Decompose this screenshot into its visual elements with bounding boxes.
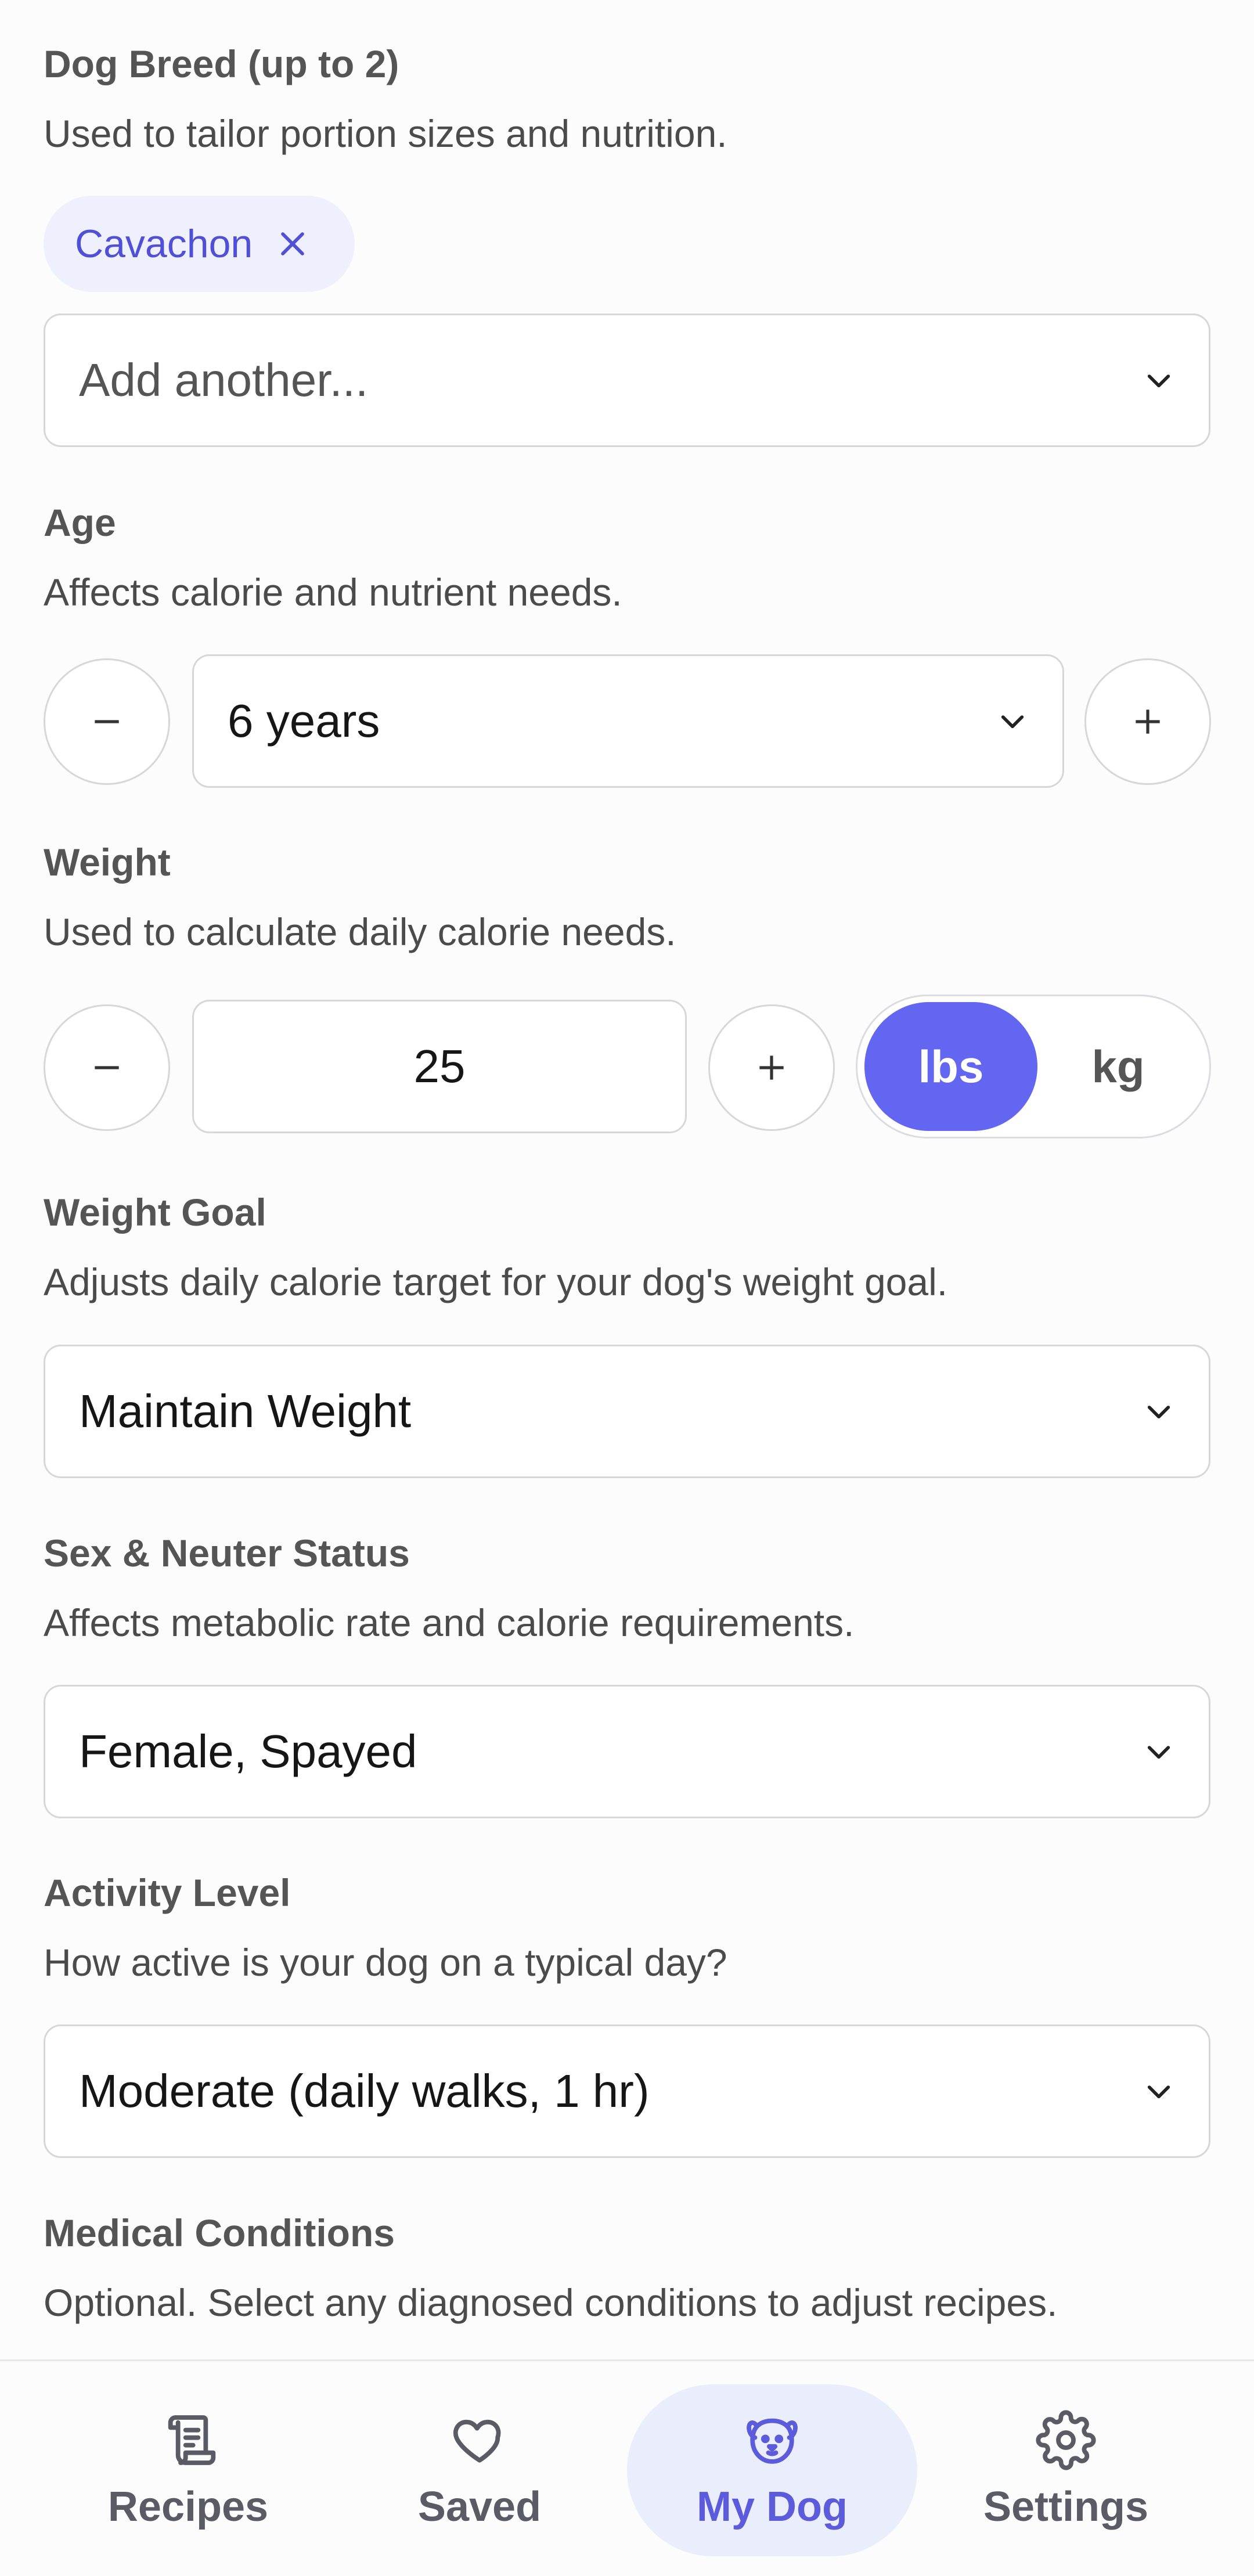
weight-unit-toggle[interactable]: lbs kg xyxy=(856,995,1211,1139)
weight-value: 25 xyxy=(413,1040,466,1092)
plus-icon xyxy=(1136,709,1160,734)
unit-lbs-option[interactable]: lbs xyxy=(864,1002,1037,1131)
bottom-nav: Recipes Saved My Dog Settings xyxy=(0,2359,1254,2576)
weight-decrement-button[interactable] xyxy=(44,1004,170,1131)
minus-icon xyxy=(95,1066,119,1069)
activity-select[interactable]: Moderate (daily walks, 1 hr) xyxy=(44,2024,1210,2158)
nav-item-my-dog[interactable]: My Dog xyxy=(627,2384,917,2556)
sex-value: Female, Spayed xyxy=(79,1725,417,1777)
nav-label-settings: Settings xyxy=(983,2484,1149,2530)
activity-section: Activity Level How active is your dog on… xyxy=(44,1871,1210,1984)
breed-section: Dog Breed (up to 2) Used to tailor porti… xyxy=(44,42,1210,156)
nav-label-saved: Saved xyxy=(417,2484,542,2530)
sex-label: Sex & Neuter Status xyxy=(44,1532,410,1575)
breed-add-select[interactable]: Add another... xyxy=(44,314,1210,447)
chevron-down-icon xyxy=(1001,715,1024,729)
medical-description: Optional. Select any diagnosed condition… xyxy=(44,2281,1058,2324)
breed-label: Dog Breed (up to 2) xyxy=(44,42,399,85)
nav-item-recipes[interactable]: Recipes xyxy=(43,2384,333,2556)
activity-description: How active is your dog on a typical day? xyxy=(44,1941,727,1984)
weight-goal-select[interactable]: Maintain Weight xyxy=(44,1345,1210,1478)
nav-item-saved[interactable]: Saved xyxy=(334,2384,625,2556)
breed-description: Used to tailor portion sizes and nutriti… xyxy=(44,112,727,155)
activity-value: Moderate (daily walks, 1 hr) xyxy=(79,2065,650,2117)
heart-icon xyxy=(453,2419,501,2463)
age-label: Age xyxy=(44,501,116,544)
breed-add-placeholder: Add another... xyxy=(79,354,369,406)
unit-kg-option[interactable]: kg xyxy=(1032,1002,1205,1131)
age-increment-button[interactable] xyxy=(1084,658,1211,785)
plus-icon xyxy=(759,1055,784,1080)
weight-goal-description: Adjusts daily calorie target for your do… xyxy=(44,1260,948,1303)
breed-chip-label: Cavachon xyxy=(75,222,253,266)
nav-label-my-dog: My Dog xyxy=(697,2484,848,2530)
age-select[interactable]: 6 years xyxy=(192,654,1064,788)
weight-label: Weight xyxy=(44,841,171,884)
nav-label-recipes: Recipes xyxy=(107,2484,269,2530)
dog-icon xyxy=(747,2418,798,2464)
medical-label: Medical Conditions xyxy=(44,2211,395,2254)
weight-input[interactable]: 25 xyxy=(192,1000,687,1133)
activity-label: Activity Level xyxy=(44,1871,291,1914)
age-section: Age Affects calorie and nutrient needs. xyxy=(44,500,1210,614)
chevron-down-icon xyxy=(1147,1746,1170,1759)
gear-icon xyxy=(1036,2410,1096,2470)
weight-section: Weight Used to calculate daily calorie n… xyxy=(44,840,1210,954)
weight-goal-value: Maintain Weight xyxy=(79,1385,412,1437)
weight-description: Used to calculate daily calorie needs. xyxy=(44,910,676,953)
age-decrement-button[interactable] xyxy=(44,658,170,785)
chevron-down-icon xyxy=(1147,374,1170,388)
weight-goal-label: Weight Goal xyxy=(44,1191,266,1234)
breed-chip[interactable]: Cavachon xyxy=(44,196,355,292)
recipes-icon xyxy=(168,2415,216,2465)
chevron-down-icon xyxy=(1147,1406,1170,1419)
minus-icon xyxy=(95,720,119,723)
sex-description: Affects metabolic rate and calorie requi… xyxy=(44,1601,855,1644)
medical-section: Medical Conditions Optional. Select any … xyxy=(44,2211,1210,2325)
sex-select[interactable]: Female, Spayed xyxy=(44,1685,1210,1818)
age-description: Affects calorie and nutrient needs. xyxy=(44,571,622,614)
age-value: 6 years xyxy=(228,695,380,747)
close-icon[interactable] xyxy=(276,227,309,261)
chevron-down-icon xyxy=(1147,2085,1170,2099)
weight-increment-button[interactable] xyxy=(708,1004,835,1131)
nav-item-settings[interactable]: Settings xyxy=(921,2384,1211,2556)
sex-section: Sex & Neuter Status Affects metabolic ra… xyxy=(44,1531,1210,1645)
weight-goal-section: Weight Goal Adjusts daily calorie target… xyxy=(44,1190,1210,1304)
